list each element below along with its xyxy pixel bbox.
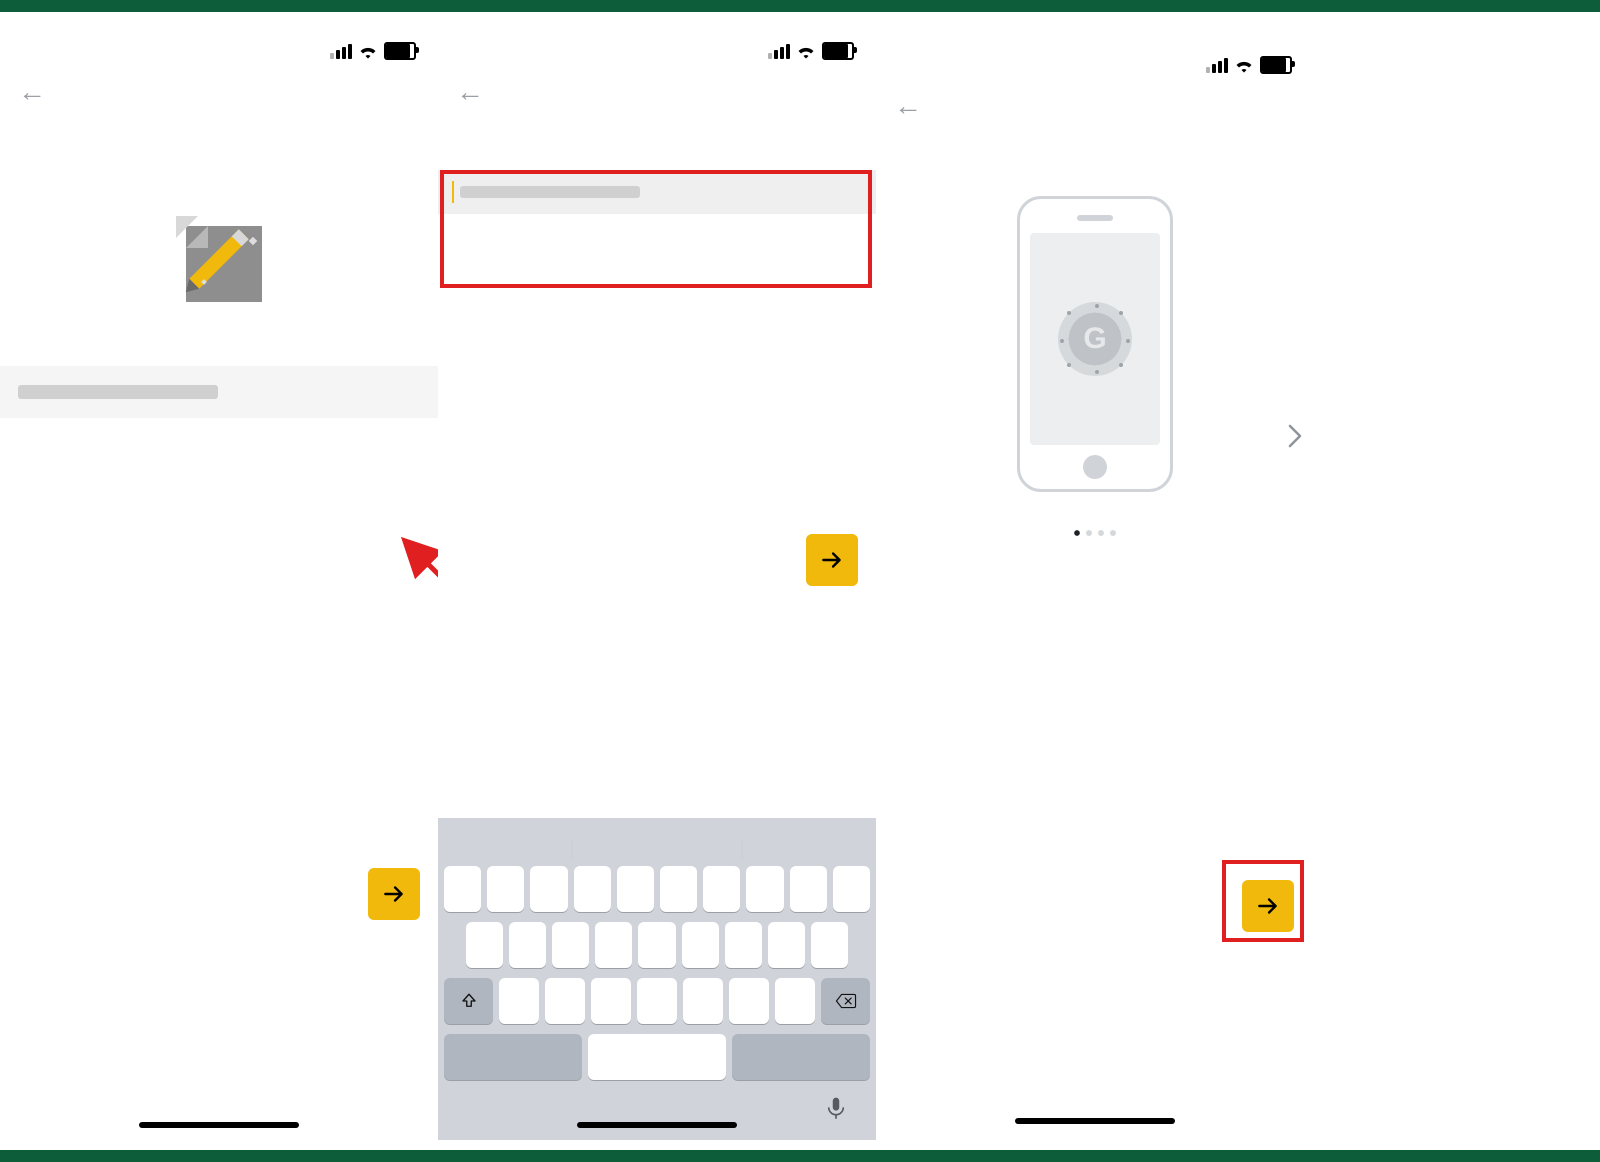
screen-setup-code: ← G [876, 44, 1314, 1136]
keyboard-suggestions[interactable] [444, 832, 870, 866]
key-space[interactable] [588, 1034, 726, 1080]
key-p[interactable] [833, 866, 870, 912]
keyboard-row [444, 978, 870, 1024]
key-v[interactable] [637, 978, 677, 1024]
authenticator-illustration: G [1017, 196, 1173, 492]
key-z[interactable] [499, 978, 539, 1024]
key-r[interactable] [574, 866, 611, 912]
key-numbers[interactable] [444, 1034, 582, 1080]
key-m[interactable] [775, 978, 815, 1024]
status-bar [876, 44, 1314, 80]
home-indicator[interactable] [139, 1122, 299, 1128]
backspace-icon [835, 992, 857, 1010]
key-w[interactable] [487, 866, 524, 912]
arrow-right-icon [381, 881, 407, 907]
battery-icon [384, 42, 416, 60]
key-b[interactable] [683, 978, 723, 1024]
key-s[interactable] [509, 922, 546, 968]
battery-icon [822, 42, 854, 60]
signal-icon [1206, 58, 1228, 73]
annotation-highlight-input [440, 170, 872, 288]
key-g[interactable] [638, 922, 675, 968]
decoration-bar-bottom [0, 1150, 1600, 1162]
key-h[interactable] [682, 922, 719, 968]
header: ← [438, 72, 876, 120]
key-backspace[interactable] [821, 978, 870, 1024]
key-f[interactable] [595, 922, 632, 968]
key-d[interactable] [552, 922, 589, 968]
key-u[interactable] [703, 866, 740, 912]
wifi-icon [358, 43, 378, 59]
battery-icon [1260, 56, 1292, 74]
key-k[interactable] [768, 922, 805, 968]
chevron-right-icon [1288, 424, 1302, 448]
pagination-dots[interactable] [876, 530, 1314, 536]
key-c[interactable] [591, 978, 631, 1024]
key-return[interactable] [732, 1034, 870, 1080]
key-t[interactable] [617, 866, 654, 912]
next-button[interactable] [806, 534, 858, 586]
backup-illustration-icon [176, 216, 262, 302]
status-bar [438, 30, 876, 66]
key-shift[interactable] [444, 978, 493, 1024]
shift-icon [460, 992, 478, 1010]
keyboard-row [444, 1034, 870, 1080]
google-auth-icon: G [1058, 302, 1132, 376]
ios-keyboard [438, 818, 876, 1140]
status-bar [0, 30, 438, 66]
home-indicator[interactable] [577, 1122, 737, 1128]
key-l[interactable] [811, 922, 848, 968]
key-q[interactable] [444, 866, 481, 912]
key-o[interactable] [790, 866, 827, 912]
decoration-bar-top [0, 0, 1600, 12]
screen-backup-key: ← [0, 30, 438, 1140]
keyboard-row [444, 866, 870, 912]
key-display-field [0, 366, 438, 418]
mic-icon[interactable] [826, 1096, 846, 1122]
back-button[interactable]: ← [18, 78, 46, 106]
wifi-icon [796, 43, 816, 59]
screen-enter-key: ← [438, 30, 876, 1140]
next-button[interactable] [1242, 880, 1294, 932]
back-button[interactable]: ← [894, 92, 922, 120]
arrow-right-icon [1255, 893, 1281, 919]
home-indicator[interactable] [1015, 1118, 1175, 1124]
key-i[interactable] [746, 866, 783, 912]
key-e[interactable] [530, 866, 567, 912]
header: ← [0, 72, 438, 120]
signal-icon [768, 44, 790, 59]
header: ← [876, 86, 1314, 134]
next-button[interactable] [368, 868, 420, 920]
key-y[interactable] [660, 866, 697, 912]
back-button[interactable]: ← [456, 78, 484, 106]
arrow-right-icon [819, 547, 845, 573]
keyboard-row [444, 922, 870, 968]
signal-icon [330, 44, 352, 59]
masked-key [18, 385, 218, 399]
key-a[interactable] [466, 922, 503, 968]
key-n[interactable] [729, 978, 769, 1024]
key-x[interactable] [545, 978, 585, 1024]
wifi-icon [1234, 57, 1254, 73]
key-j[interactable] [725, 922, 762, 968]
carousel-next[interactable] [1288, 424, 1302, 453]
